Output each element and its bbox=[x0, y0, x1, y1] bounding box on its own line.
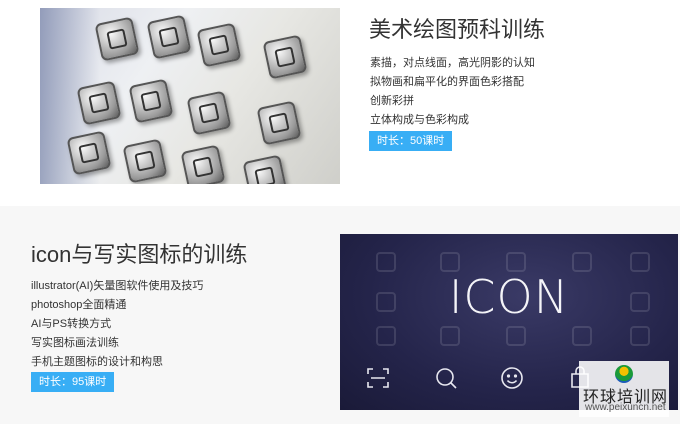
description-line: AI与PS转换方式 bbox=[31, 318, 112, 330]
course-title: 美术绘图预科训练 bbox=[369, 17, 546, 42]
course-description: illustrator(AI)矢量图软件使用及技巧 photoshop全面精通 … bbox=[31, 277, 203, 372]
sketched-app-icon bbox=[94, 16, 140, 62]
description-line: 写实图标画法训练 bbox=[31, 337, 119, 349]
description-line: 创新彩拼 bbox=[370, 95, 414, 107]
course-description: 素描，对点线面，高光阴影的认知 拟物画和扁平化的界面色彩搭配 创新彩拼 立体构成… bbox=[370, 54, 535, 130]
sketched-app-icon bbox=[146, 14, 192, 60]
sketched-app-icon bbox=[262, 34, 308, 80]
sketched-app-icon bbox=[186, 90, 232, 136]
course-section-art: 美术绘图预科训练 素描，对点线面，高光阴影的认知 拟物画和扁平化的界面色彩搭配 … bbox=[0, 0, 680, 206]
sketched-app-icon bbox=[242, 154, 288, 184]
smile-icon bbox=[501, 367, 523, 389]
watermark-url: www.peixuncn.net bbox=[585, 402, 666, 413]
sketched-app-icon bbox=[256, 100, 302, 146]
scan-icon bbox=[367, 368, 389, 388]
sketched-app-icon bbox=[196, 22, 242, 68]
globe-logo-icon bbox=[615, 365, 633, 383]
sketched-icons-image bbox=[40, 8, 340, 184]
description-line: photoshop全面精通 bbox=[31, 299, 127, 311]
sketched-app-icon bbox=[180, 144, 226, 184]
description-line: 拟物画和扁平化的界面色彩搭配 bbox=[370, 76, 524, 88]
sketched-app-icon bbox=[76, 80, 122, 126]
duration-badge: 时长：50课时 bbox=[369, 131, 453, 151]
watermark: 环球培训网 www.peixuncn.net bbox=[579, 361, 669, 417]
description-line: illustrator(AI)矢量图软件使用及技巧 bbox=[31, 280, 204, 292]
course-title: icon与写实图标的训练 bbox=[31, 242, 248, 267]
sketched-app-icon bbox=[122, 138, 168, 184]
sketched-app-icon bbox=[66, 130, 112, 176]
description-line: 手机主题图标的设计和构思 bbox=[31, 356, 163, 368]
icon-banner-title: ICON bbox=[448, 270, 570, 324]
search-icon bbox=[436, 368, 457, 389]
description-line: 立体构成与色彩构成 bbox=[370, 114, 469, 126]
duration-badge: 时长：95课时 bbox=[31, 372, 115, 392]
description-line: 素描，对点线面，高光阴影的认知 bbox=[370, 57, 535, 69]
sketched-app-icon bbox=[128, 78, 174, 124]
